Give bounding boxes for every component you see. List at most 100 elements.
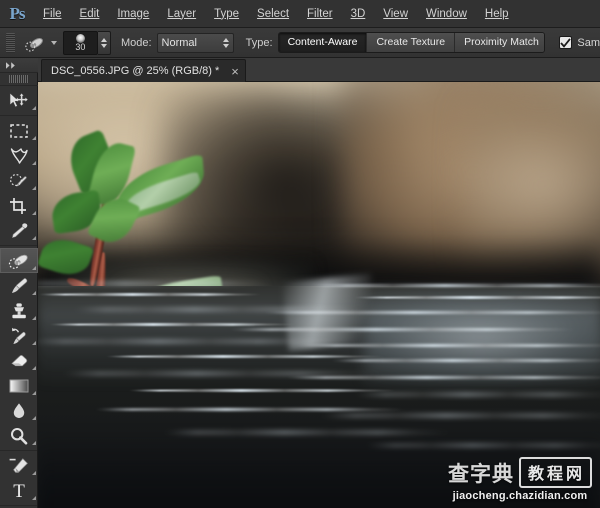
tool-flyout-arrow-icon[interactable] bbox=[32, 471, 36, 475]
spot-healing-brush-icon[interactable] bbox=[22, 32, 48, 54]
tool-flyout-arrow-icon[interactable] bbox=[32, 341, 36, 345]
svg-text:T: T bbox=[13, 481, 25, 500]
tool-blur[interactable] bbox=[0, 398, 38, 423]
menu-file[interactable]: File bbox=[34, 0, 71, 28]
menu-view[interactable]: View bbox=[374, 0, 417, 28]
double-chevron-right-icon[interactable] bbox=[0, 58, 38, 73]
photo-water-ripple bbox=[352, 295, 600, 299]
photo-water-highlight-right bbox=[363, 290, 600, 385]
close-icon[interactable]: × bbox=[231, 65, 239, 78]
gradient-icon bbox=[9, 379, 29, 392]
tool-quick-selection[interactable] bbox=[0, 168, 38, 193]
menu-filter[interactable]: Filter bbox=[298, 0, 342, 28]
tool-flyout-arrow-icon[interactable] bbox=[32, 186, 36, 190]
canvas-area[interactable]: 查字典 教程网 jiaocheng.chazidian.com bbox=[38, 82, 600, 508]
menu-help-label: Help bbox=[484, 7, 509, 20]
tools-panel: T bbox=[0, 58, 38, 508]
menu-window-label: Window bbox=[426, 7, 467, 20]
tool-flyout-arrow-icon[interactable] bbox=[32, 291, 36, 295]
brush-size-stepper[interactable] bbox=[98, 30, 111, 55]
lasso-icon bbox=[10, 147, 28, 164]
type-button-content-aware[interactable]: Content-Aware bbox=[278, 33, 368, 52]
photo-water-ripple bbox=[94, 407, 409, 411]
menu-view-label: View bbox=[383, 7, 408, 20]
chevron-updown-icon bbox=[222, 37, 229, 48]
tool-eraser[interactable] bbox=[0, 348, 38, 373]
sample-all-layers-checkbox[interactable] bbox=[559, 36, 573, 49]
menu-select[interactable]: Select bbox=[248, 0, 298, 28]
pen-icon bbox=[9, 457, 28, 473]
tool-flyout-arrow-icon[interactable] bbox=[32, 161, 36, 165]
tool-eyedropper[interactable] bbox=[0, 218, 38, 243]
photo-water-ripple bbox=[127, 388, 398, 392]
menu-filter-label: Filter bbox=[307, 7, 333, 20]
document-tab[interactable]: DSC_0556.JPG @ 25% (RGB/8) * × bbox=[41, 59, 246, 82]
photoshop-window: Ps File Edit Image Layer Type Select Fil… bbox=[0, 0, 600, 508]
move-tool-icon bbox=[9, 91, 28, 107]
photoshop-logo-icon: Ps bbox=[9, 3, 26, 23]
menu-type[interactable]: Type bbox=[205, 0, 248, 28]
tool-pen[interactable] bbox=[0, 453, 38, 478]
tool-spot-healing-brush[interactable] bbox=[0, 248, 38, 273]
blur-droplet-icon bbox=[13, 402, 25, 418]
tool-flyout-arrow-icon[interactable] bbox=[32, 211, 36, 215]
photo-water-ripple bbox=[330, 358, 600, 362]
tool-flyout-arrow-icon[interactable] bbox=[32, 106, 36, 110]
tool-clone-stamp[interactable] bbox=[0, 298, 38, 323]
tool-group-retouch bbox=[0, 246, 38, 451]
brush-preset-dropdown-arrow[interactable] bbox=[50, 40, 57, 45]
menu-select-label: Select bbox=[257, 7, 290, 20]
tool-crop[interactable] bbox=[0, 193, 38, 218]
menu-type-label: Type bbox=[214, 7, 240, 20]
document-image[interactable]: 查字典 教程网 jiaocheng.chazidian.com bbox=[38, 82, 600, 508]
menu-window[interactable]: Window bbox=[417, 0, 476, 28]
menu-file-label: File bbox=[43, 7, 62, 20]
menu-edit[interactable]: Edit bbox=[71, 0, 109, 28]
tool-flyout-arrow-icon[interactable] bbox=[32, 266, 36, 270]
type-button-proximity-match[interactable]: Proximity Match bbox=[455, 33, 545, 52]
tool-dodge[interactable] bbox=[0, 423, 38, 448]
history-brush-icon bbox=[12, 327, 26, 344]
menu-help[interactable]: Help bbox=[476, 0, 518, 28]
eyedropper-icon bbox=[11, 222, 28, 238]
tool-flyout-arrow-icon[interactable] bbox=[32, 236, 36, 240]
tool-flyout-arrow-icon[interactable] bbox=[32, 136, 36, 140]
menu-image-label: Image bbox=[117, 7, 150, 20]
tool-type[interactable]: T bbox=[0, 478, 38, 503]
tools-panel-grip[interactable] bbox=[0, 73, 38, 86]
photo-water-ripple bbox=[285, 375, 600, 379]
options-bar: 30 Mode: Normal Type: Content-Aware Crea… bbox=[0, 28, 600, 58]
sample-all-layers-label: Sam bbox=[577, 36, 600, 49]
mode-select[interactable]: Normal bbox=[156, 32, 234, 53]
tool-gradient[interactable] bbox=[0, 373, 38, 398]
tool-flyout-arrow-icon[interactable] bbox=[32, 416, 36, 420]
mode-label: Mode: bbox=[120, 36, 152, 49]
tool-flyout-arrow-icon[interactable] bbox=[32, 316, 36, 320]
tool-group-move bbox=[0, 86, 37, 116]
plant-leaf-lower-left bbox=[38, 232, 95, 281]
tool-flyout-arrow-icon[interactable] bbox=[32, 496, 36, 500]
tool-rectangular-marquee[interactable] bbox=[0, 118, 38, 143]
checkmark-icon bbox=[560, 37, 572, 48]
menu-3d[interactable]: 3D bbox=[342, 0, 375, 28]
tool-flyout-arrow-icon[interactable] bbox=[32, 391, 36, 395]
healing-type-button-group: Content-Aware Create Texture Proximity M… bbox=[277, 32, 546, 53]
menu-bar: Ps File Edit Image Layer Type Select Fil… bbox=[0, 0, 600, 28]
tool-lasso[interactable] bbox=[0, 143, 38, 168]
tool-brush[interactable] bbox=[0, 273, 38, 298]
menu-image[interactable]: Image bbox=[108, 0, 158, 28]
brush-size-picker[interactable]: 30 bbox=[62, 30, 99, 55]
tool-flyout-arrow-icon[interactable] bbox=[32, 441, 36, 445]
photo-water-ripple bbox=[296, 343, 600, 347]
menu-edit-label: Edit bbox=[79, 7, 100, 20]
mode-select-value: Normal bbox=[161, 36, 197, 49]
photo-water-ripple bbox=[49, 322, 297, 326]
tool-move[interactable] bbox=[0, 88, 38, 113]
options-bar-grip[interactable] bbox=[6, 32, 15, 53]
menu-layer[interactable]: Layer bbox=[158, 0, 205, 28]
tool-history-brush[interactable] bbox=[0, 323, 38, 348]
type-button-create-texture[interactable]: Create Texture bbox=[367, 33, 456, 52]
photo-water-ripple bbox=[71, 307, 364, 311]
tool-flyout-arrow-icon[interactable] bbox=[32, 366, 36, 370]
photo-water-ripple bbox=[38, 292, 263, 296]
